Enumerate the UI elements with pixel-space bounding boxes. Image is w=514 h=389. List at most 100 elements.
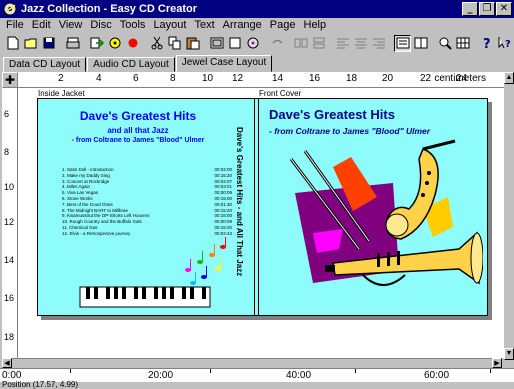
piano-clipart[interactable] (78, 237, 228, 309)
record-icon[interactable] (124, 35, 141, 52)
layout-tabs: Data CD Layout Audio CD Layout Jewel Cas… (0, 55, 514, 72)
copy-icon[interactable] (166, 35, 183, 52)
scroll-up-icon[interactable]: ▲ (504, 72, 514, 84)
ruler-number: 16 (4, 293, 15, 303)
ruler-number: 14 (272, 73, 284, 84)
page-view-icon[interactable] (412, 35, 429, 52)
ruler-units: centimeters (434, 73, 486, 84)
cover-shadow (488, 102, 492, 320)
list-item: 12. Elvis - a Retrospective journey 00:02… (62, 230, 232, 236)
front-cover-panel[interactable]: Dave's Greatest Hits - from Coltrane to … (258, 98, 488, 316)
cover-shadow (41, 316, 492, 320)
print-icon[interactable] (64, 35, 81, 52)
align-right-icon[interactable] (370, 35, 387, 52)
time-mark: 20:00 (148, 370, 174, 381)
spine-title[interactable]: Dave's Greatest Hits - and All That Jazz (232, 127, 244, 297)
window-title: Jazz Collection - Easy CD Creator (21, 3, 198, 15)
normal-view-icon[interactable] (394, 34, 411, 52)
menu-file[interactable]: File (2, 19, 28, 31)
ruler-number: 8 (4, 147, 10, 157)
tab-data-cd-layout[interactable]: Data CD Layout (3, 57, 87, 72)
vertical-scrollbar[interactable]: ▲ ▼ (504, 72, 514, 360)
ruler-number: 6 (133, 73, 139, 84)
front-title[interactable]: Dave's Greatest Hits (269, 107, 395, 122)
ruler-number: 10 (4, 182, 15, 192)
ruler-origin-icon[interactable]: ✚ (2, 72, 18, 88)
close-button[interactable]: ✕ (496, 2, 512, 16)
front-cover-label: Front Cover (259, 89, 302, 98)
ruler-number: 18 (4, 332, 15, 342)
menu-help[interactable]: Help (300, 19, 331, 31)
track-list[interactable]: 1. Satin Doll - introduction 00:02:00 2. … (62, 167, 232, 237)
inside-byline[interactable]: - from Coltrane to James "Blood" Ulmer (38, 137, 238, 144)
horizontal-ruler: 2 4 6 8 10 12 14 16 18 20 22 24 centimet… (18, 72, 504, 88)
grid-icon[interactable] (454, 35, 471, 52)
menu-text[interactable]: Text (190, 19, 218, 31)
inside-jacket-panel[interactable]: Dave's Greatest Hits and all that Jazz -… (37, 98, 255, 316)
time-mark: 40:00 (286, 370, 312, 381)
inside-subtitle[interactable]: and all that Jazz (38, 126, 238, 135)
svg-text:?: ? (483, 37, 491, 50)
menu-disc[interactable]: Disc (86, 19, 115, 31)
ruler-number: 4 (96, 73, 102, 84)
frame-icon[interactable] (208, 35, 225, 52)
ruler-number: 16 (309, 73, 321, 84)
undo-icon[interactable] (268, 35, 285, 52)
rectangle-tool-icon[interactable] (226, 35, 243, 52)
menu-arrange[interactable]: Arrange (219, 19, 266, 31)
music-notes-icon (185, 237, 226, 285)
ruler-number: 6 (4, 109, 10, 119)
menu-tools[interactable]: Tools (116, 19, 150, 31)
ruler-number: 22 (420, 73, 432, 84)
align-center-icon[interactable] (352, 35, 369, 52)
ruler-number: 12 (4, 217, 15, 227)
ruler-number: 8 (170, 73, 176, 84)
saxophone-trumpet-clipart[interactable] (273, 137, 483, 302)
help-icon[interactable]: ? (478, 35, 495, 52)
ruler-number: 20 (382, 73, 394, 84)
save-icon[interactable] (40, 35, 57, 52)
ruler-number: 14 (4, 255, 15, 265)
open-folder-icon[interactable] (22, 35, 39, 52)
minimize-button[interactable]: _ (462, 2, 478, 16)
cursor-position: Position (17.57, 4.99) (2, 380, 79, 389)
front-subtitle[interactable]: - from Coltrane to James "Blood" Ulmer (269, 126, 430, 136)
tab-audio-cd-layout[interactable]: Audio CD Layout (87, 57, 175, 72)
vertical-ruler: 6 8 10 12 14 16 18 (2, 88, 18, 358)
scroll-down-icon[interactable]: ▼ (504, 348, 514, 360)
menu-layout[interactable]: Layout (149, 19, 190, 31)
scroll-right-icon[interactable]: ▶ (492, 358, 502, 368)
toolbar: ? ? (0, 32, 514, 54)
menu-bar: File Edit View Disc Tools Layout Text Ar… (0, 18, 514, 31)
ruler-number: 2 (58, 73, 64, 84)
scroll-left-icon[interactable]: ◀ (2, 358, 12, 368)
ruler-number: 12 (232, 73, 244, 84)
add-track-icon[interactable] (106, 35, 123, 52)
cd-icon[interactable] (244, 35, 261, 52)
inside-title[interactable]: Dave's Greatest Hits (38, 109, 238, 123)
maximize-button[interactable]: ❐ (479, 2, 495, 16)
menu-page[interactable]: Page (266, 19, 300, 31)
title-bar: Jazz Collection - Easy CD Creator _ ❐ ✕ (0, 0, 514, 18)
menu-view[interactable]: View (55, 19, 87, 31)
new-file-icon[interactable] (4, 35, 21, 52)
horizontal-scrollbar[interactable]: ◀ ▶ (2, 358, 502, 368)
inside-jacket-label: Inside Jacket (38, 89, 85, 98)
ruler-number: 18 (346, 73, 358, 84)
svg-text:?: ? (505, 39, 511, 50)
context-help-icon[interactable]: ? (496, 35, 513, 52)
tab-jewel-case-layout[interactable]: Jewel Case Layout (175, 55, 273, 72)
status-bar: Position (17.57, 4.99) (0, 380, 514, 389)
distribute-icon[interactable] (310, 35, 327, 52)
zoom-icon[interactable] (436, 35, 453, 52)
align-left-icon[interactable] (334, 35, 351, 52)
app-icon (3, 2, 17, 16)
cut-icon[interactable] (148, 35, 165, 52)
add-files-icon[interactable] (88, 35, 105, 52)
ruler-number: 10 (202, 73, 214, 84)
paste-icon[interactable] (184, 35, 201, 52)
menu-edit[interactable]: Edit (28, 19, 55, 31)
jewel-case-canvas[interactable]: Inside Jacket Front Cover Dave's Greates… (18, 88, 504, 358)
time-mark: 60:00 (424, 370, 450, 381)
align-icon[interactable] (292, 35, 309, 52)
